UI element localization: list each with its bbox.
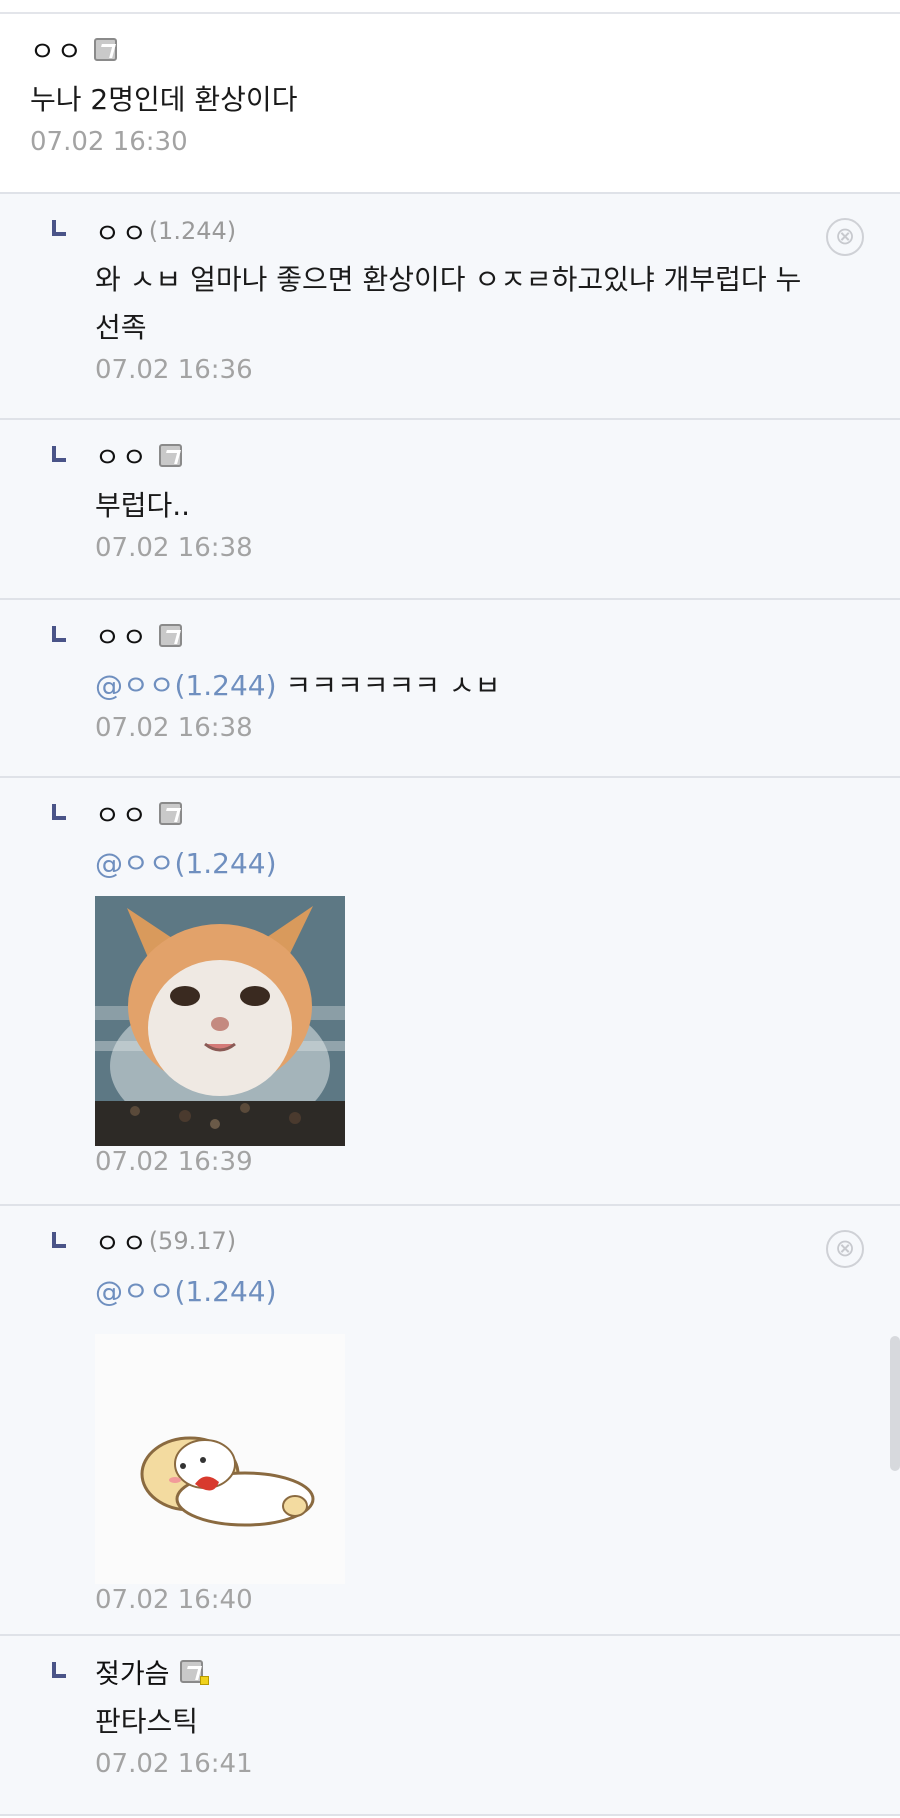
comment-text: 부럽다.. — [95, 489, 191, 522]
comment-nickname[interactable]: ㅇㅇ — [30, 30, 84, 69]
author-line: 젖가슴 — [95, 1652, 880, 1691]
reply-arrow-icon — [52, 220, 66, 236]
comment-date: 07.02 16:40 — [95, 1585, 253, 1615]
comment-date: 07.02 16:39 — [95, 1147, 253, 1177]
comment-nickname[interactable]: 젖가슴 — [95, 1652, 170, 1691]
scrollbar[interactable] — [890, 1336, 900, 1471]
reply-arrow-icon — [52, 1662, 66, 1678]
author-line: ㅇㅇ (59.17) — [95, 1222, 880, 1261]
comment-date: 07.02 16:38 — [95, 533, 253, 563]
sticker-image[interactable] — [95, 1334, 345, 1584]
reply-item: ㅇㅇ @ㅇㅇ(1.244) ㅋㅋㅋㅋㅋㅋ ㅅㅂ 07.02 16:38 — [0, 600, 900, 778]
comment-item: ㅇㅇ 누나 2명인데 환상이다 07.02 16:30 — [0, 14, 900, 194]
reply-item: ㅇㅇ @ㅇㅇ(1.244) 07.02 16:39 — [0, 778, 900, 1206]
author-line: ㅇㅇ (1.244) — [95, 212, 880, 251]
comment-nickname[interactable]: ㅇㅇ — [95, 616, 149, 655]
delete-button[interactable]: ⊗ — [826, 218, 864, 256]
comment-text-line: @ㅇㅇ(1.244) ㅋㅋㅋㅋㅋㅋ ㅅㅂ — [95, 662, 880, 710]
cat-image[interactable] — [95, 896, 345, 1146]
reply-item: ㅇㅇ (59.17) @ㅇㅇ(1.244) ⊗ 07.02 16:40 — [0, 1206, 900, 1636]
comment-text: 판타스틱 — [95, 1705, 199, 1738]
author-line: ㅇㅇ — [95, 436, 880, 475]
reply-item: ㅇㅇ (1.244) 와 ㅅㅂ 얼마나 좋으면 환상이다 ㅇㅈㄹ하고있냐 개부럽다… — [0, 194, 900, 420]
mention-link[interactable]: @ㅇㅇ(1.244) — [95, 847, 277, 880]
comment-text: 와 ㅅㅂ 얼마나 좋으면 환상이다 ㅇㅈㄹ하고있냐 개부럽다 누 — [95, 263, 802, 296]
fixed-nick-badge-icon — [199, 1675, 209, 1685]
comment-ip: (1.244) — [148, 217, 237, 245]
sticker-illustration — [140, 1436, 315, 1527]
gallog-icon[interactable] — [158, 801, 182, 825]
author-line: ㅇㅇ — [30, 30, 880, 69]
comment-nickname[interactable]: ㅇㅇ — [95, 212, 149, 251]
comment-date: 07.02 16:30 — [30, 127, 188, 157]
gallog-icon[interactable] — [158, 623, 182, 647]
gallog-icon[interactable] — [93, 37, 117, 61]
reply-arrow-icon — [52, 804, 66, 820]
comment-text: 누나 2명인데 환상이다 — [30, 83, 298, 116]
reply-item: 젖가슴 판타스틱 07.02 16:41 — [0, 1636, 900, 1816]
comment-text: ㅋㅋㅋㅋㅋㅋ ㅅㅂ — [276, 669, 501, 702]
reply-item: ㅇㅇ 부럽다.. 07.02 16:38 — [0, 420, 900, 600]
comment-ip: (59.17) — [148, 1227, 237, 1255]
gallog-icon[interactable] — [158, 443, 182, 467]
mention-link[interactable]: @ㅇㅇ(1.244) — [95, 1275, 277, 1308]
comment-nickname[interactable]: ㅇㅇ — [95, 1222, 149, 1261]
reply-arrow-icon — [52, 626, 66, 642]
cat-illustration — [95, 896, 345, 1146]
mention-link[interactable]: @ㅇㅇ(1.244) — [95, 669, 277, 702]
comment-text-continued: 선족 — [95, 311, 147, 344]
comment-text-line: @ㅇㅇ(1.244) — [95, 1268, 880, 1316]
author-line: ㅇㅇ — [95, 794, 880, 833]
comment-date: 07.02 16:41 — [95, 1749, 253, 1779]
comment-text-line: @ㅇㅇ(1.244) — [95, 840, 880, 888]
author-line: ㅇㅇ — [95, 616, 880, 655]
comment-date: 07.02 16:38 — [95, 713, 253, 743]
reply-arrow-icon — [52, 446, 66, 462]
comment-nickname[interactable]: ㅇㅇ — [95, 436, 149, 475]
reply-arrow-icon — [52, 1232, 66, 1248]
comment-nickname[interactable]: ㅇㅇ — [95, 794, 149, 833]
comment-date: 07.02 16:36 — [95, 355, 253, 385]
gallog-icon[interactable] — [179, 1659, 209, 1685]
delete-button[interactable]: ⊗ — [826, 1230, 864, 1268]
